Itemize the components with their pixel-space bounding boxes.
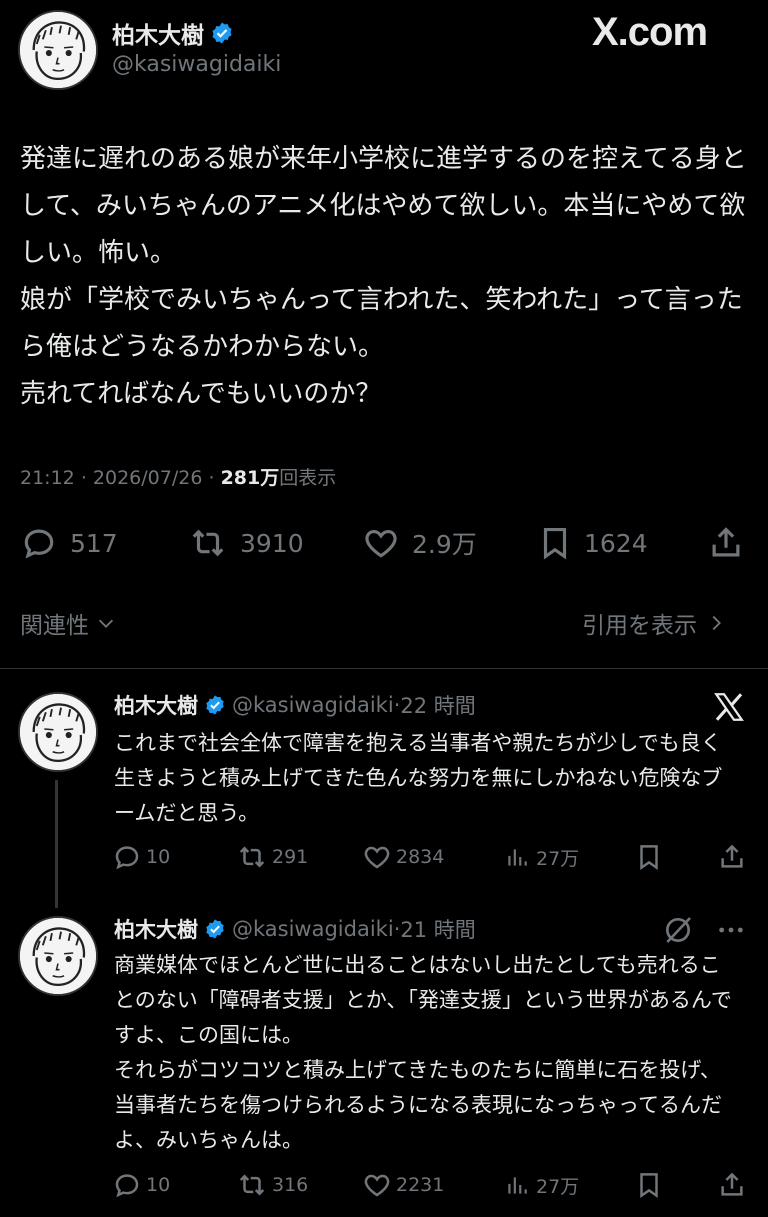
tweet-meta: 21:12 · 2026/07/26 · 281万回表示 bbox=[20, 467, 337, 489]
repost-icon bbox=[239, 846, 265, 868]
views-count: 27万 bbox=[536, 847, 580, 870]
repost-icon bbox=[239, 1174, 265, 1196]
quotes-label: 引用を表示 bbox=[582, 613, 697, 639]
divider bbox=[0, 668, 768, 669]
like-count: 2834 bbox=[396, 846, 445, 868]
verified-badge-icon bbox=[206, 919, 224, 939]
reply-count: 10 bbox=[146, 846, 171, 868]
reply-button[interactable]: 517 bbox=[20, 524, 118, 562]
repost-count: 316 bbox=[272, 1174, 309, 1196]
tweet-time[interactable]: 21:12 bbox=[20, 467, 75, 489]
reply-time[interactable]: 21 時間 bbox=[400, 914, 475, 944]
reply-author-name[interactable]: 柏木大樹 bbox=[114, 914, 198, 944]
reply-text: 商業媒体でほとんど世に出ることはないし出たとしても売れることのない「障碍者支援」… bbox=[114, 953, 732, 1152]
reply-avatar[interactable] bbox=[18, 692, 98, 772]
views-chart-icon bbox=[508, 849, 527, 866]
views-count: 281万 bbox=[220, 467, 280, 489]
repost-icon bbox=[192, 529, 224, 557]
share-icon bbox=[721, 1172, 743, 1196]
share-icon bbox=[721, 844, 743, 868]
views-label: 回表示 bbox=[279, 467, 337, 489]
reply-count: 517 bbox=[70, 528, 118, 558]
tweet-text: 発達に遅れのある娘が来年小学校に進学するのを控えてる身として、みいちゃんのアニメ… bbox=[20, 144, 747, 409]
tweet-date[interactable]: 2026/07/26 bbox=[93, 467, 203, 489]
heart-icon bbox=[364, 846, 390, 869]
reply-time[interactable]: 22 時間 bbox=[400, 690, 475, 720]
avatar[interactable] bbox=[18, 10, 98, 90]
reply-share-button[interactable] bbox=[716, 842, 748, 872]
reply-text: これまで社会全体で障害を抱える当事者や親たちが少しでも良く生きようと積み上げてき… bbox=[114, 731, 723, 825]
views-chart-icon bbox=[508, 1177, 527, 1194]
chevron-down-icon bbox=[98, 619, 114, 628]
more-options-icon[interactable] bbox=[714, 914, 748, 946]
like-count: 2231 bbox=[396, 1174, 445, 1196]
reply-like-button[interactable]: 2834 bbox=[362, 842, 444, 872]
reply-header: 柏木大樹 @kasiwagidaiki · 22 時間 bbox=[114, 690, 476, 720]
grok-icon[interactable] bbox=[662, 914, 694, 946]
bookmark-icon bbox=[543, 527, 567, 560]
more-icon[interactable] bbox=[748, 10, 762, 160]
like-count: 2.9万 bbox=[412, 530, 477, 559]
reply-avatar[interactable] bbox=[18, 916, 98, 996]
heart-icon bbox=[365, 530, 397, 558]
share-button[interactable] bbox=[706, 524, 746, 562]
x-watermark: X.com bbox=[592, 10, 708, 54]
bookmark-icon bbox=[640, 1173, 658, 1199]
verified-badge-icon bbox=[212, 22, 232, 44]
reply-views-button[interactable]: 27万 bbox=[504, 842, 579, 872]
reply-bookmark-button[interactable] bbox=[634, 842, 664, 872]
bookmark-count: 1624 bbox=[584, 528, 648, 558]
related-label: 関連性 bbox=[20, 613, 89, 639]
repost-button[interactable]: 3910 bbox=[188, 524, 304, 562]
reply-handle[interactable]: @kasiwagidaiki bbox=[232, 917, 394, 941]
repost-count: 291 bbox=[272, 846, 309, 868]
view-quotes-link[interactable]: 引用を表示 bbox=[582, 606, 727, 640]
share-icon bbox=[712, 527, 740, 557]
reply-header: 柏木大樹 @kasiwagidaiki · 21 時間 bbox=[114, 914, 476, 944]
author-handle[interactable]: @kasiwagidaiki bbox=[112, 52, 281, 77]
reply-icon bbox=[115, 1174, 139, 1198]
related-dropdown[interactable]: 関連性 bbox=[20, 606, 117, 640]
heart-icon bbox=[364, 1174, 390, 1197]
reply-reply-button[interactable]: 10 bbox=[112, 1170, 170, 1200]
reply-author-name[interactable]: 柏木大樹 bbox=[114, 690, 198, 720]
reply-repost-button[interactable]: 316 bbox=[236, 1170, 308, 1200]
reply-reply-button[interactable]: 10 bbox=[112, 842, 170, 872]
reply-bookmark-button[interactable] bbox=[634, 1170, 664, 1200]
reply-like-button[interactable]: 2231 bbox=[362, 1170, 444, 1200]
chevron-right-icon bbox=[712, 615, 721, 631]
reply-handle[interactable]: @kasiwagidaiki bbox=[232, 693, 394, 717]
reply-repost-button[interactable]: 291 bbox=[236, 842, 308, 872]
reply-share-button[interactable] bbox=[716, 1170, 748, 1200]
like-button[interactable]: 2.9万 bbox=[362, 524, 477, 562]
reply-views-button[interactable]: 27万 bbox=[504, 1170, 579, 1200]
views-count: 27万 bbox=[536, 1175, 580, 1198]
thread-line bbox=[55, 780, 58, 908]
reply-icon bbox=[24, 529, 54, 559]
reply-icon bbox=[115, 846, 139, 870]
reply-count: 10 bbox=[146, 1174, 171, 1196]
author-name[interactable]: 柏木大樹 bbox=[112, 16, 204, 50]
x-logo-icon bbox=[714, 693, 744, 721]
bookmark-icon bbox=[640, 845, 658, 871]
verified-badge-icon bbox=[206, 695, 224, 715]
bookmark-button[interactable]: 1624 bbox=[536, 524, 648, 562]
repost-count: 3910 bbox=[240, 528, 304, 558]
